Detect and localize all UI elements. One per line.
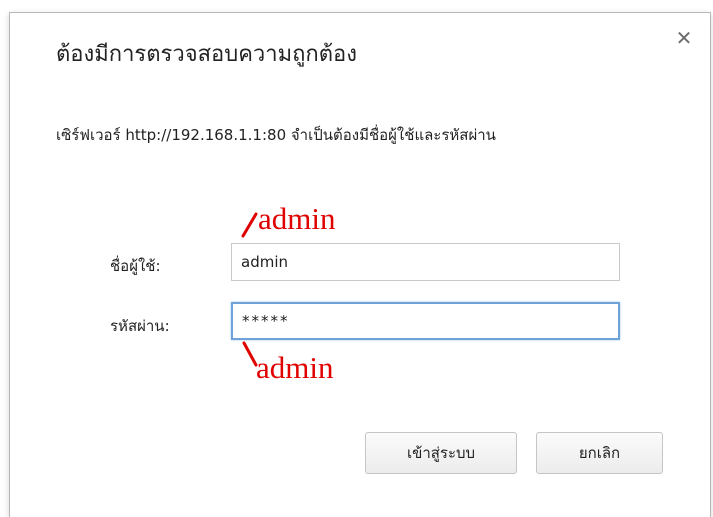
password-input[interactable] xyxy=(231,302,620,340)
login-button[interactable]: เข้าสู่ระบบ xyxy=(365,432,517,474)
cancel-button[interactable]: ยกเลิก xyxy=(536,432,663,474)
dialog-message: เซิร์ฟเวอร์ http://192.168.1.1:80 จำเป็น… xyxy=(56,126,496,144)
username-annotation: admin xyxy=(258,201,336,236)
dialog-title: ต้องมีการตรวจสอบความถูกต้อง xyxy=(56,42,357,67)
close-icon[interactable]: ✕ xyxy=(672,26,696,50)
username-label: ชื่อผู้ใช้: xyxy=(110,257,161,275)
password-annotation: admin xyxy=(256,350,334,385)
username-input[interactable] xyxy=(231,243,620,281)
page: ✕ ต้องมีการตรวจสอบความถูกต้อง เซิร์ฟเวอร… xyxy=(0,0,713,517)
password-label: รหัสผ่าน: xyxy=(110,317,170,335)
